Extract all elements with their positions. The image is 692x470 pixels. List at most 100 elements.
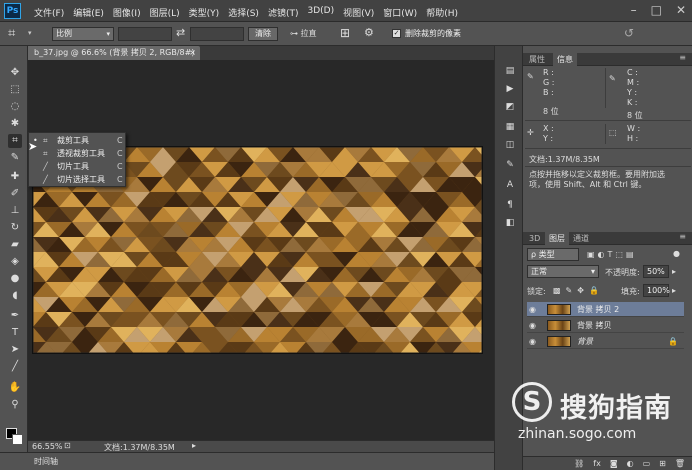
magic-wand-tool-icon[interactable]: ✱: [8, 117, 22, 131]
layer-filter-icons[interactable]: ▣◐T⬚▤: [587, 250, 637, 259]
menu-type[interactable]: 类型(Y): [189, 6, 220, 19]
panel-menu-icon[interactable]: ≡: [679, 232, 686, 241]
menu-window[interactable]: 窗口(W): [383, 6, 417, 19]
menu-file[interactable]: 文件(F): [34, 6, 64, 19]
eye-icon[interactable]: ◉: [529, 302, 536, 317]
filter-toggle-icon[interactable]: ●: [673, 249, 680, 258]
tool-presets-icon[interactable]: ◧: [503, 218, 517, 230]
status-menu-arrow-icon[interactable]: ▸: [192, 441, 196, 450]
document-tab[interactable]: b_37.jpg @ 66.6% (背景 拷贝 2, RGB/8#) * ×: [28, 46, 200, 71]
menu-filter[interactable]: 滤镜(T): [268, 6, 299, 19]
menu-image[interactable]: 图像(I): [113, 6, 141, 19]
swap-icon[interactable]: ⇄: [176, 26, 185, 39]
swatches-panel-icon[interactable]: ▦: [503, 122, 517, 134]
clone-stamp-tool-icon[interactable]: ⊥: [8, 204, 22, 218]
clear-button[interactable]: 清除: [248, 27, 278, 41]
menu-select[interactable]: 选择(S): [228, 6, 259, 19]
restore-button[interactable]: □: [651, 3, 662, 17]
close-button[interactable]: ✕: [676, 3, 686, 17]
dodge-tool-icon[interactable]: ◖: [8, 289, 22, 303]
width-ratio-input[interactable]: [118, 27, 172, 41]
hand-tool-icon[interactable]: ✋: [8, 381, 22, 395]
opacity-input[interactable]: 50%: [643, 265, 669, 278]
character-panel-icon[interactable]: A: [503, 180, 517, 192]
line-tool-icon[interactable]: ╱: [8, 360, 22, 374]
layer-thumbnail: [547, 304, 571, 315]
delete-pixels-checkbox[interactable]: ✓: [392, 29, 401, 38]
tab-channels[interactable]: 通道: [569, 232, 593, 245]
trash-icon[interactable]: 🗑: [675, 457, 685, 470]
brush-tool-icon[interactable]: ✐: [8, 187, 22, 201]
export-icon[interactable]: ⊡: [64, 441, 71, 450]
eraser-tool-icon[interactable]: ▰: [8, 238, 22, 252]
close-tab-icon[interactable]: ×: [189, 46, 196, 60]
tab-layers[interactable]: 图层: [545, 232, 569, 245]
history-brush-tool-icon[interactable]: ↻: [8, 221, 22, 235]
flyout-slice-select-tool[interactable]: ╱ 切片选择工具 C: [29, 174, 127, 186]
paragraph-panel-icon[interactable]: ¶: [503, 200, 517, 212]
blend-mode-select[interactable]: 正常 ▾: [527, 265, 599, 278]
panel-menu-icon[interactable]: ≡: [679, 53, 686, 62]
mask-icon[interactable]: ◙: [610, 457, 618, 470]
history-panel-icon[interactable]: ▤: [503, 66, 517, 78]
menu-edit[interactable]: 编辑(E): [73, 6, 104, 19]
minimize-button[interactable]: –: [631, 3, 637, 17]
timeline-panel-tab[interactable]: 时间轴: [0, 452, 494, 470]
menu-view[interactable]: 视图(V): [343, 6, 374, 19]
layer-row-background-copy[interactable]: ◉ 背景 拷贝: [527, 318, 684, 333]
perspective-crop-icon: ⌗: [43, 149, 48, 158]
ratio-select[interactable]: 比例 ▾: [52, 27, 114, 41]
pen-tool-icon[interactable]: ✒: [8, 309, 22, 323]
tab-info[interactable]: 信息: [553, 53, 577, 66]
lasso-tool-icon[interactable]: ◌: [8, 100, 22, 114]
tool-preset-dropdown-icon[interactable]: ▾: [28, 29, 32, 37]
brush-panel-icon[interactable]: ✎: [503, 160, 517, 172]
crop-tool-icon[interactable]: ⌗: [8, 134, 22, 148]
reset-icon[interactable]: ↺: [624, 26, 634, 40]
move-tool-icon[interactable]: ✥: [8, 66, 22, 80]
zoom-level[interactable]: 66.55%: [32, 442, 63, 451]
chevron-right-icon[interactable]: ▸: [672, 286, 676, 295]
menu-layer[interactable]: 图层(L): [150, 6, 180, 19]
layer-row-background[interactable]: ◉ 背景 🔒: [527, 334, 684, 349]
zoom-tool-icon[interactable]: ⚲: [8, 398, 22, 412]
styles-panel-icon[interactable]: ◫: [503, 140, 517, 152]
straighten-button[interactable]: ⊶ 拉直: [290, 28, 317, 39]
flyout-slice-tool[interactable]: ╱ 切片工具 C: [29, 161, 127, 173]
fill-input[interactable]: 100%: [643, 284, 670, 297]
adjustment-icon[interactable]: ◐: [627, 457, 634, 470]
eye-icon[interactable]: ◉: [529, 318, 536, 333]
actions-panel-icon[interactable]: ▶: [503, 84, 517, 96]
lock-icons[interactable]: ▩✎✥🔒: [553, 286, 604, 295]
eye-icon[interactable]: ◉: [529, 334, 536, 349]
link-icon[interactable]: ⛓: [574, 457, 584, 470]
healing-brush-tool-icon[interactable]: ✚: [8, 170, 22, 184]
chevron-right-icon[interactable]: ▸: [672, 267, 676, 276]
tab-3d[interactable]: 3D: [525, 232, 544, 245]
background-color-swatch[interactable]: [12, 434, 23, 445]
layer-filter-select[interactable]: ρ 类型: [527, 248, 579, 261]
height-ratio-input[interactable]: [190, 27, 244, 41]
new-layer-icon[interactable]: ⊞: [659, 457, 666, 470]
paint-bucket-tool-icon[interactable]: ◈: [8, 255, 22, 269]
crop-tool-icon[interactable]: ⌗: [8, 26, 15, 41]
flyout-crop-tool[interactable]: • ⌗ 裁剪工具 C: [29, 135, 127, 147]
overlay-grid-icon[interactable]: ⊞: [340, 26, 350, 40]
adjustments-panel-icon[interactable]: ◩: [503, 102, 517, 114]
blend-mode-value: 正常: [531, 267, 547, 276]
layer-row-background-copy-2[interactable]: ◉ 背景 拷贝 2: [527, 302, 684, 317]
type-tool-icon[interactable]: T: [8, 326, 22, 340]
eyedropper-tool-icon[interactable]: ✎: [8, 151, 22, 165]
fx-icon[interactable]: fx: [593, 457, 601, 470]
blur-tool-icon[interactable]: ●: [8, 272, 22, 286]
path-selection-tool-icon[interactable]: ➤: [8, 343, 22, 357]
info-x: X :: [543, 124, 554, 133]
divider: [525, 120, 691, 121]
gear-icon[interactable]: ⚙: [364, 26, 374, 39]
tab-properties[interactable]: 属性: [525, 53, 549, 66]
menu-3d[interactable]: 3D(D): [307, 6, 334, 19]
marquee-tool-icon[interactable]: ⬚: [8, 83, 22, 97]
menu-help[interactable]: 帮助(H): [426, 6, 458, 19]
group-icon[interactable]: ▭: [643, 457, 651, 470]
flyout-perspective-crop-tool[interactable]: ⌗ 透视裁剪工具 C: [29, 148, 127, 160]
